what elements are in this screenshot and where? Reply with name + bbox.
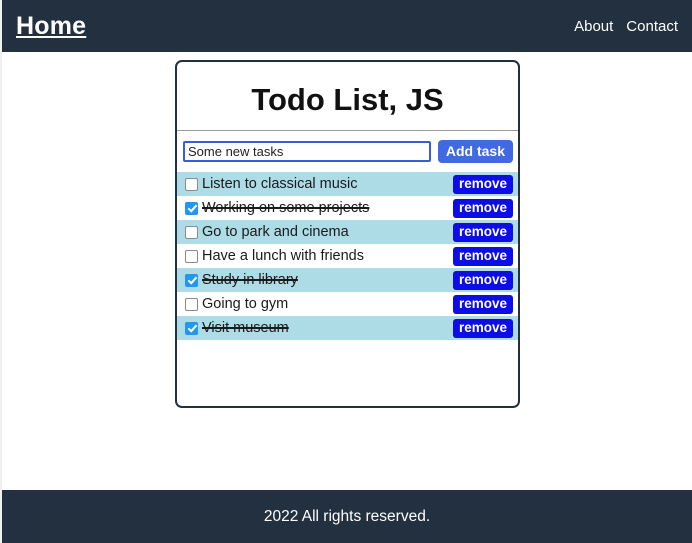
task-list: Listen to classical music remove Working o…: [177, 172, 518, 341]
remove-task-button[interactable]: remove: [452, 318, 513, 338]
remove-task-button[interactable]: remove: [452, 198, 513, 218]
add-task-row: Add task: [177, 131, 518, 173]
main-content: Todo List, JS Add task Listen to classic…: [2, 52, 692, 490]
task-label: Go to park and cinema: [202, 224, 349, 240]
remove-task-button[interactable]: remove: [452, 246, 513, 266]
remove-task-button[interactable]: remove: [452, 222, 513, 242]
nav-link-about[interactable]: About: [574, 19, 613, 34]
new-task-input[interactable]: [183, 140, 431, 162]
task-checkbox[interactable]: [185, 321, 198, 335]
page-root: Home About Contact Todo List, JS Add tas…: [0, 0, 692, 543]
task-item: Visit museum remove: [177, 316, 518, 341]
task-item: Have a lunch with friends remove: [177, 244, 518, 269]
remove-task-button[interactable]: remove: [452, 270, 513, 290]
task-label: Working on some projects: [202, 200, 370, 216]
task-checkbox[interactable]: [185, 249, 198, 263]
top-navbar: Home About Contact: [2, 0, 692, 52]
page-footer: 2022 All rights reserved.: [2, 490, 692, 543]
task-item: Go to park and cinema remove: [177, 220, 518, 245]
remove-task-button[interactable]: remove: [452, 174, 513, 194]
nav-links: About Contact: [574, 19, 678, 34]
task-item: Listen to classical music remove: [177, 172, 518, 197]
task-checkbox[interactable]: [185, 273, 198, 287]
task-label: Listen to classical music: [202, 176, 358, 192]
task-checkbox[interactable]: [185, 201, 198, 215]
task-item: Working on some projects remove: [177, 196, 518, 221]
task-label: Going to gym: [202, 296, 289, 312]
todo-card: Todo List, JS Add task Listen to classic…: [175, 60, 520, 408]
remove-task-button[interactable]: remove: [452, 294, 513, 314]
copyright-text: 2022 All rights reserved.: [263, 507, 431, 525]
add-task-button[interactable]: Add task: [437, 139, 513, 164]
task-label: Visit museum: [202, 320, 289, 336]
task-item: Going to gym remove: [177, 292, 518, 317]
brand-home-link[interactable]: Home: [16, 13, 86, 39]
task-checkbox[interactable]: [185, 177, 198, 191]
nav-link-contact[interactable]: Contact: [626, 19, 678, 34]
task-item: Study in library remove: [177, 268, 518, 293]
task-label: Have a lunch with friends: [202, 248, 364, 264]
task-label: Study in library: [202, 272, 298, 288]
task-checkbox[interactable]: [185, 225, 198, 239]
page-title: Todo List, JS: [177, 62, 518, 131]
task-checkbox[interactable]: [185, 297, 198, 311]
